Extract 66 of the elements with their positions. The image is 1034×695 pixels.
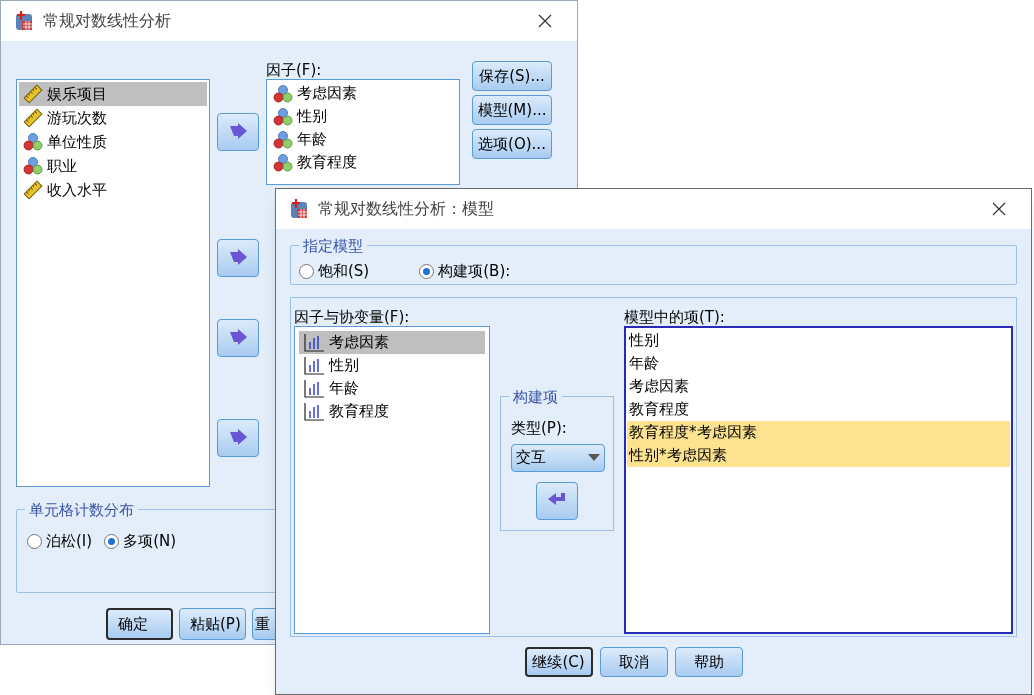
- list-item[interactable]: 年龄: [627, 352, 1010, 375]
- list-item[interactable]: 收入水平: [19, 178, 207, 202]
- button[interactable]: 取消: [599, 647, 668, 677]
- arrow-button[interactable]: [217, 113, 259, 151]
- radio-label: 饱和(S): [318, 260, 370, 282]
- app-icon: [288, 198, 310, 220]
- caret-icon: [588, 453, 600, 462]
- button[interactable]: 选项(O)...: [472, 129, 552, 159]
- window-title: 常规对数线性分析：模型: [318, 198, 494, 220]
- app-icon: [13, 10, 35, 32]
- list-item[interactable]: 单位性质: [19, 130, 207, 154]
- list-item[interactable]: 性别: [269, 105, 457, 128]
- list-item[interactable]: 性别: [299, 354, 485, 377]
- field-label: 类型(P):: [511, 418, 567, 439]
- list-item[interactable]: 职业: [19, 154, 207, 178]
- window-title: 常规对数线性分析: [43, 10, 171, 32]
- arrow-right-icon: [228, 123, 248, 141]
- close-icon: [992, 202, 1006, 216]
- radio-button[interactable]: [104, 533, 120, 549]
- list-item[interactable]: 考虑因素: [627, 375, 1010, 398]
- arrow-button[interactable]: [217, 319, 259, 357]
- button[interactable]: 模型(M)...: [472, 95, 552, 125]
- list-item[interactable]: 考虑因素: [299, 331, 485, 354]
- arrow-button[interactable]: [536, 481, 578, 520]
- radio-label: 构建项(B):: [438, 260, 511, 282]
- radio-button[interactable]: [27, 533, 42, 549]
- arrow-right-icon: [228, 429, 248, 447]
- list-item[interactable]: 教育程度*考虑因素: [627, 421, 1010, 444]
- button[interactable]: 粘贴(P): [179, 608, 246, 640]
- nominal-variable-icon: [273, 152, 293, 173]
- list-item[interactable]: 教育程度: [627, 398, 1010, 421]
- radio-button[interactable]: [419, 263, 435, 279]
- close-icon: [538, 14, 552, 28]
- list-item[interactable]: 性别: [627, 329, 1010, 352]
- list-item[interactable]: 年龄: [269, 128, 457, 151]
- bar-chart-icon: [303, 378, 325, 399]
- list-item[interactable]: 教育程度: [269, 151, 457, 174]
- bar-chart-icon: [303, 355, 325, 376]
- radio-button[interactable]: [299, 263, 314, 279]
- button[interactable]: 继续(C): [524, 647, 593, 677]
- nominal-variable-icon: [273, 83, 293, 104]
- list-label: 模型中的项(T):: [624, 308, 726, 326]
- bar-chart-icon: [303, 332, 325, 353]
- list-label: 因子(F):: [266, 61, 323, 79]
- arrow-right-icon: [228, 249, 248, 267]
- arrow-button[interactable]: [217, 239, 259, 277]
- button[interactable]: 确定: [106, 608, 173, 640]
- nominal-variable-icon: [273, 106, 293, 127]
- nominal-variable-icon: [23, 156, 43, 176]
- button[interactable]: 保存(S)...: [472, 61, 552, 91]
- radio-label: 多项(N): [123, 531, 177, 552]
- list-item[interactable]: 游玩次数: [19, 106, 207, 130]
- radio-label: 泊松(I): [46, 531, 93, 552]
- list-label: 因子与协变量(F):: [294, 308, 411, 326]
- list-item[interactable]: 考虑因素: [269, 82, 457, 105]
- list-item[interactable]: 教育程度: [299, 400, 485, 423]
- list-item[interactable]: 娱乐项目: [19, 82, 207, 106]
- button[interactable]: 帮助: [674, 647, 743, 677]
- bar-chart-icon: [303, 401, 325, 422]
- arrow-right-icon: [228, 329, 248, 347]
- nominal-variable-icon: [273, 129, 293, 150]
- nominal-variable-icon: [23, 132, 43, 152]
- dropdown[interactable]: 交互: [511, 443, 605, 472]
- list-item[interactable]: 年龄: [299, 377, 485, 400]
- list-item[interactable]: 性别*考虑因素: [627, 444, 1010, 467]
- arrow-button[interactable]: [217, 419, 259, 457]
